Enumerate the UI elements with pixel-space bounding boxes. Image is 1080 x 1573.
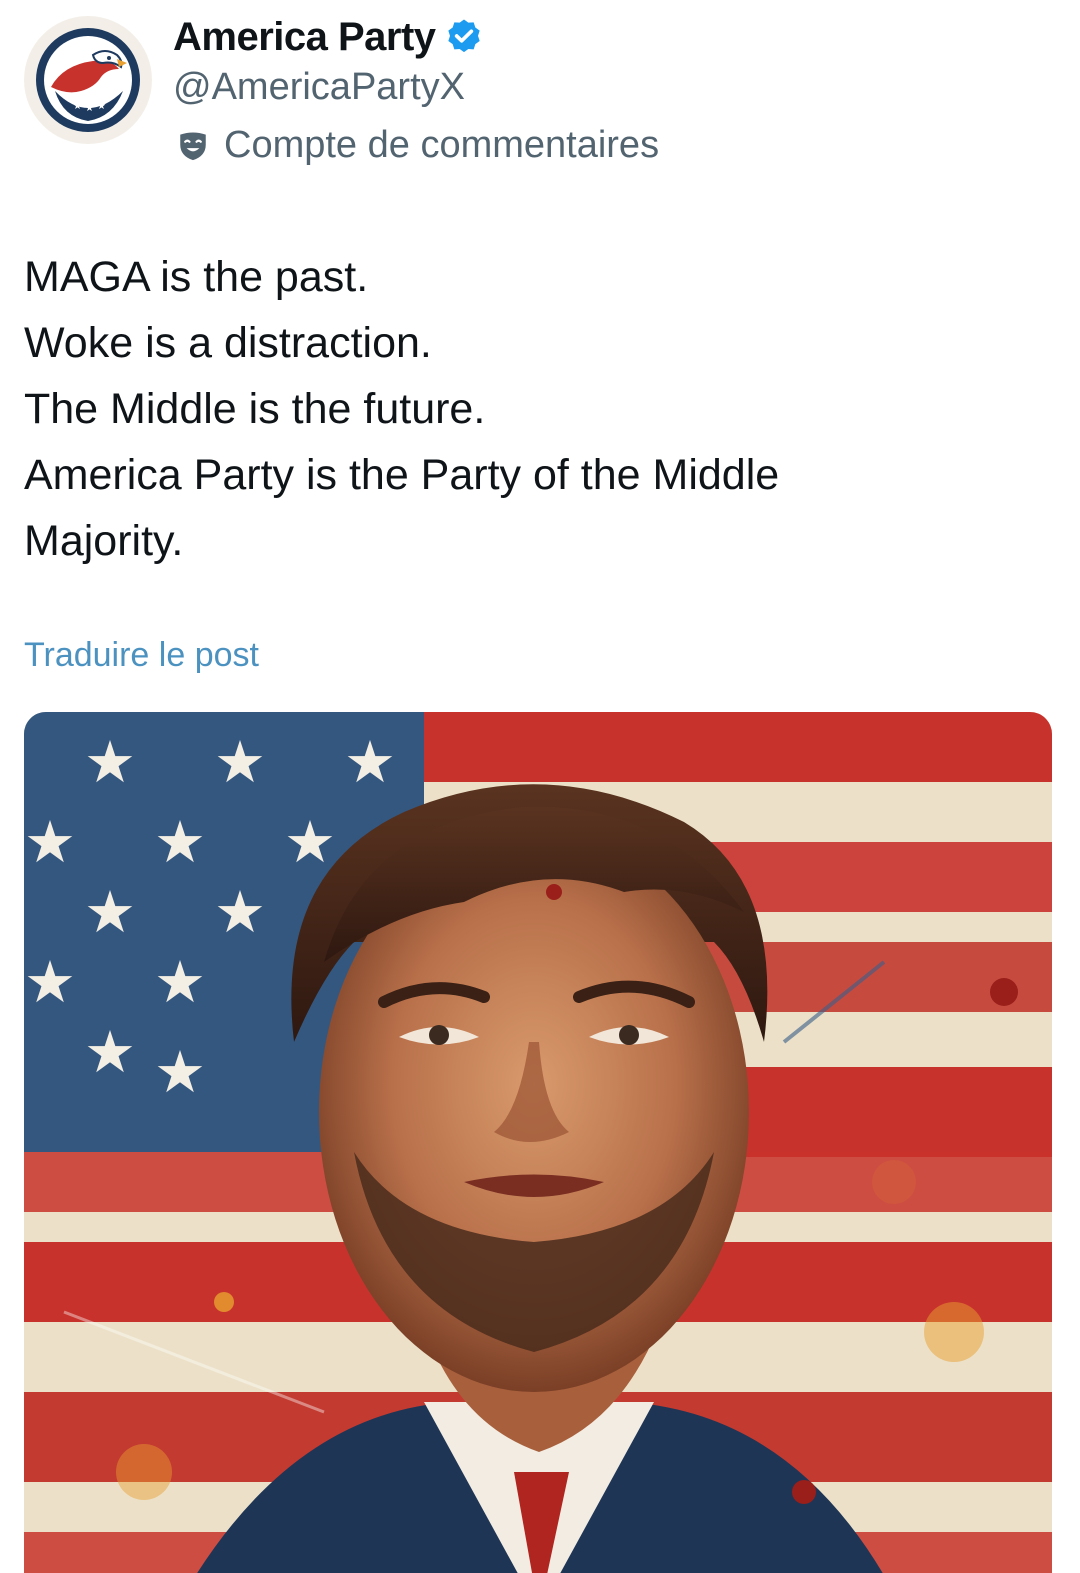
post-text-line: MAGA is the past. xyxy=(24,253,369,301)
display-name[interactable]: America Party xyxy=(173,15,436,60)
svg-text:★: ★ xyxy=(214,728,266,796)
account-handle[interactable]: @AmericaPartyX xyxy=(173,66,465,109)
post-text-line: America Party is the Party of the Middle xyxy=(24,451,780,499)
account-type-label-row: Compte de commentaires xyxy=(176,124,659,167)
svg-text:★: ★ xyxy=(85,103,94,114)
post-screen: ★ ★ ★ ★ ★ America Party @AmericaPartyX C… xyxy=(0,0,1080,1573)
svg-text:★: ★ xyxy=(344,728,396,796)
svg-text:★: ★ xyxy=(84,1018,136,1086)
verified-badge-icon xyxy=(444,17,484,57)
svg-text:★: ★ xyxy=(97,101,106,112)
post-text-line: The Middle is the future. xyxy=(24,385,486,433)
svg-text:★: ★ xyxy=(284,808,336,876)
eagle-logo-icon: ★ ★ ★ ★ ★ xyxy=(36,28,140,132)
svg-text:★: ★ xyxy=(24,808,76,876)
svg-text:★: ★ xyxy=(84,728,136,796)
post-text: MAGA is the past. Woke is a distraction.… xyxy=(24,244,1044,574)
svg-text:★: ★ xyxy=(24,948,76,1016)
svg-text:★: ★ xyxy=(214,878,266,946)
account-type-label: Compte de commentaires xyxy=(224,124,660,166)
flag-portrait-illustration: ★ ★ ★ ★ ★ ★ ★ ★ ★ ★ ★ ★ xyxy=(24,712,1052,1573)
avatar[interactable]: ★ ★ ★ ★ ★ xyxy=(24,16,152,144)
svg-text:★: ★ xyxy=(154,1038,206,1106)
svg-text:★: ★ xyxy=(79,92,87,102)
account-name-row: America Party xyxy=(173,12,484,62)
svg-text:★: ★ xyxy=(73,101,82,112)
svg-text:★: ★ xyxy=(154,948,206,1016)
translate-post-link[interactable]: Traduire le post xyxy=(24,636,259,675)
svg-text:★: ★ xyxy=(91,92,99,102)
post-text-line: Woke is a distraction. xyxy=(24,319,432,367)
post-text-line: Majority. xyxy=(24,517,184,565)
svg-text:★: ★ xyxy=(154,808,206,876)
parody-mask-icon xyxy=(176,129,210,163)
svg-text:★: ★ xyxy=(84,878,136,946)
post-media-image[interactable]: ★ ★ ★ ★ ★ ★ ★ ★ ★ ★ ★ ★ xyxy=(24,712,1052,1573)
